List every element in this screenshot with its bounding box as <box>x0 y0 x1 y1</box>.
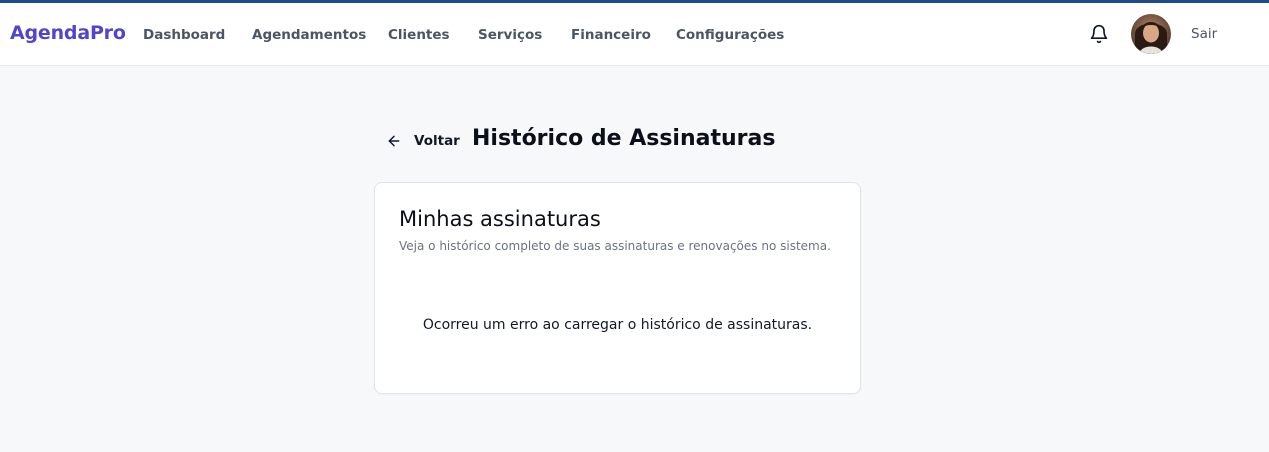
error-message: Ocorreu um erro ao carregar o histórico … <box>422 317 813 333</box>
logout-link[interactable]: Sair <box>1191 26 1217 42</box>
subscriptions-card: Minhas assinaturas Veja o histórico comp… <box>374 182 861 394</box>
nav-link-agendamentos[interactable]: Agendamentos <box>252 27 366 43</box>
nav-link-clientes[interactable]: Clientes <box>388 27 450 43</box>
top-navbar: AgendaPro Dashboard Agendamentos Cliente… <box>0 3 1269 66</box>
back-button[interactable]: Voltar <box>386 131 460 151</box>
nav-link-configuracoes[interactable]: Configurações <box>676 27 784 43</box>
nav-link-servicos[interactable]: Serviços <box>478 27 542 43</box>
nav-link-financeiro[interactable]: Financeiro <box>571 27 651 43</box>
page-title: Histórico de Assinaturas <box>472 126 776 151</box>
back-button-label: Voltar <box>414 133 460 149</box>
card-subtitle: Veja o histórico completo de suas assina… <box>399 239 831 253</box>
user-avatar[interactable] <box>1131 14 1171 54</box>
nav-link-dashboard[interactable]: Dashboard <box>143 27 225 43</box>
bell-icon[interactable] <box>1089 24 1109 44</box>
arrow-left-icon <box>388 135 400 147</box>
card-title: Minhas assinaturas <box>399 207 601 231</box>
brand-logo[interactable]: AgendaPro <box>10 22 126 44</box>
